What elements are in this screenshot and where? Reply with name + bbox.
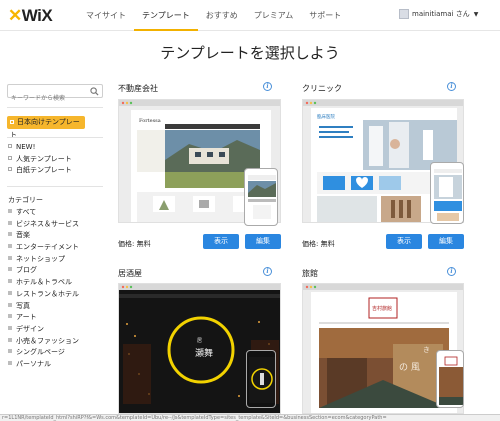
info-icon[interactable]: i [447,267,456,276]
nav-support[interactable]: サポート [301,0,349,31]
category-heading: カテゴリー [8,196,43,204]
divider [7,107,103,108]
nav-recommended[interactable]: おすすめ [198,0,246,31]
search-input[interactable] [8,92,88,105]
info-icon[interactable]: i [447,82,456,91]
card-title: 居酒屋 [118,269,142,278]
price-label: 価格: 無料 [118,240,151,248]
nav-templates[interactable]: テンプレート [134,0,198,31]
info-icon[interactable]: i [263,267,272,276]
filter-new[interactable]: NEW! [8,142,72,154]
card-title: クリニック [302,84,342,93]
card-title: 不動産会社 [118,84,158,93]
category-item[interactable]: デザイン [8,324,79,336]
chevron-down-icon: ▼ [473,10,479,18]
filter-popular[interactable]: 人気テンプレート [8,154,72,166]
filter-blank[interactable]: 白紙テンプレート [8,165,72,177]
mobile-preview [430,162,464,224]
price-label: 価格: 無料 [302,240,335,248]
edit-button[interactable]: 編集 [245,234,281,249]
search-icon[interactable] [90,87,99,96]
svg-text:き: き [423,346,430,354]
divider [7,137,103,138]
site-name-text: 瀬舞 [195,347,213,359]
view-button[interactable]: 表示 [203,234,239,249]
category-item[interactable]: アート [8,312,79,324]
category-item[interactable]: ネットショップ [8,254,79,266]
user-name: mainitiamai さん [412,10,470,18]
svg-text:居: 居 [197,338,202,344]
mobile-preview [436,350,464,408]
category-item[interactable]: ビジネス＆サービス [8,219,79,231]
category-item[interactable]: ブログ [8,265,79,277]
category-item[interactable]: エンターテイメント [8,242,79,254]
category-list: すべて ビジネス＆サービス 音楽 エンターテイメント ネットショップ ブログ ホ… [8,207,79,371]
user-menu[interactable]: mainitiamai さん ▼ [399,9,478,19]
nav-my-sites[interactable]: マイサイト [78,0,134,31]
category-item[interactable]: パーソナル [8,359,79,371]
category-item[interactable]: すべて [8,207,79,219]
browser-status-bar: r=1L1NR/templateId_html?shiRP?f&=Ws.com&… [0,414,500,421]
divider [7,186,103,187]
mobile-preview [246,350,276,408]
search-box [7,84,103,105]
top-bar: ✕WiX マイサイト テンプレート おすすめ プレミアム サポート mainit… [0,0,500,31]
site-name-text: 臨床医院 [317,113,335,120]
avatar [399,9,409,19]
category-item[interactable]: 写真 [8,301,79,313]
category-item[interactable]: 小売＆ファッション [8,336,79,348]
view-button[interactable]: 表示 [386,234,422,249]
mobile-preview [244,168,278,226]
page-title: テンプレートを選択しよう [160,44,340,62]
category-item[interactable]: ホテル＆トラベル [8,277,79,289]
group-list: NEW! 人気テンプレート 白紙テンプレート [8,142,72,177]
category-item[interactable]: 音楽 [8,230,79,242]
site-name-text: 吉村旅館 [372,305,392,312]
main-nav: マイサイト テンプレート おすすめ プレミアム サポート [78,0,349,31]
wix-logo[interactable]: ✕WiX [8,6,53,26]
site-name-text: Fortessa [139,118,161,124]
nav-premium[interactable]: プレミアム [246,0,301,31]
category-item[interactable]: レストラン＆ホテル [8,289,79,301]
featured-japan-templates[interactable]: 日本向けテンプレート [7,116,85,139]
edit-button[interactable]: 編集 [428,234,464,249]
info-icon[interactable]: i [263,82,272,91]
card-title: 旅館 [302,269,318,278]
svg-text:の 風: の 風 [399,362,420,373]
category-item[interactable]: シングルページ [8,347,79,359]
